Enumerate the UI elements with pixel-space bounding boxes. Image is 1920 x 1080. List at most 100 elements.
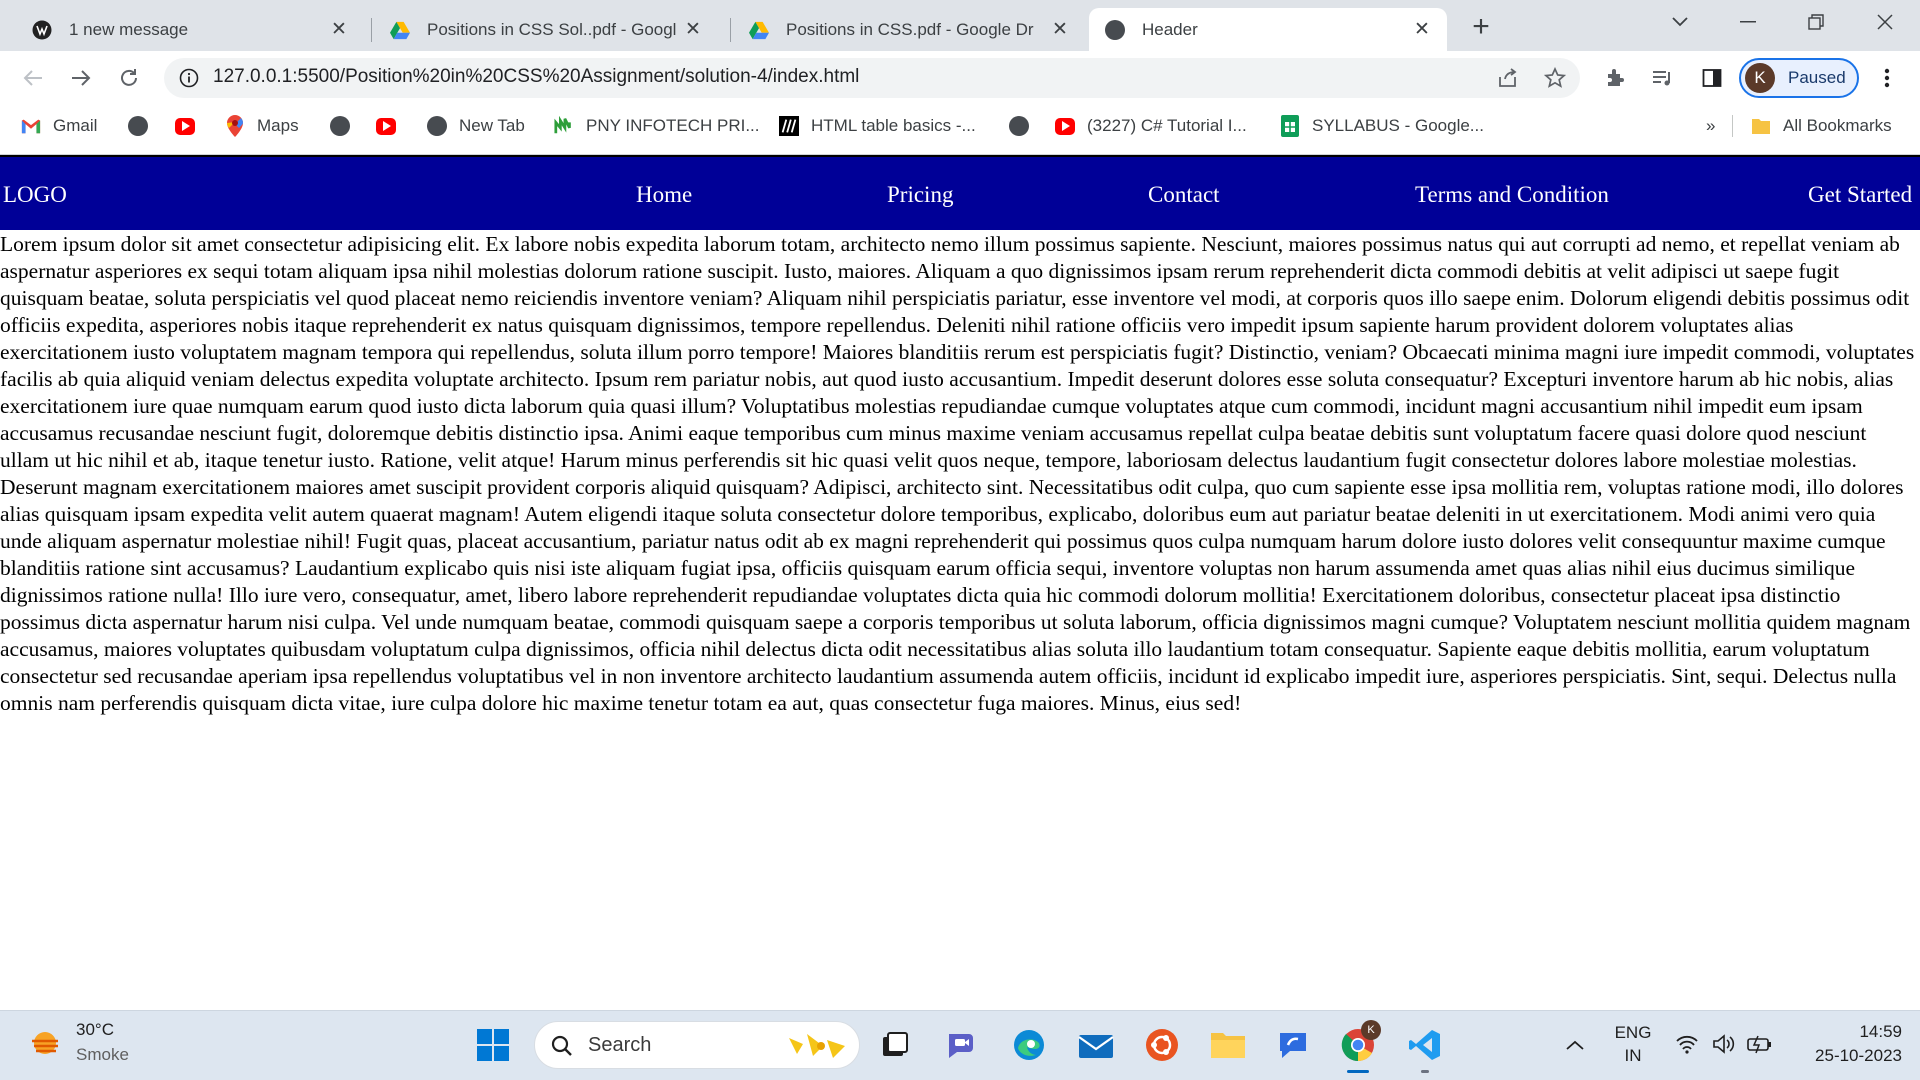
close-icon[interactable]: ✕ <box>682 19 704 41</box>
volume-icon[interactable] <box>1712 1033 1736 1055</box>
tab-title: Header <box>1142 19 1198 39</box>
restore-button[interactable] <box>1788 0 1844 44</box>
weather-temp[interactable]: 30°C <box>76 1020 114 1040</box>
file-explorer-icon[interactable] <box>1209 1026 1247 1064</box>
bookmark-globe[interactable] <box>1009 112 1041 140</box>
bookmark-youtube[interactable] <box>376 112 408 140</box>
google-drive-icon <box>749 20 769 40</box>
battery-icon[interactable] <box>1747 1034 1773 1054</box>
bookmark-globe[interactable] <box>128 112 160 140</box>
forward-button[interactable] <box>63 60 99 96</box>
teams-chat-icon[interactable] <box>943 1026 981 1064</box>
reload-button[interactable] <box>111 60 147 96</box>
bookmark-label: SYLLABUS - Google... <box>1312 116 1484 135</box>
sheets-icon <box>1280 115 1300 137</box>
task-view-icon[interactable] <box>876 1026 914 1064</box>
show-hidden-icons[interactable] <box>1556 1026 1594 1064</box>
bookmark-mdn[interactable]: HTML table basics -... <box>779 112 976 140</box>
youtube-icon <box>376 116 396 136</box>
language-bottom[interactable]: IN <box>1614 1046 1652 1066</box>
extensions-icon[interactable] <box>1597 60 1633 96</box>
url-text[interactable]: 127.0.0.1:5500/Position%20in%20CSS%20Ass… <box>213 66 859 88</box>
folder-icon <box>1751 116 1771 136</box>
vscode-icon[interactable] <box>1406 1026 1444 1073</box>
bookmark-globe[interactable] <box>330 112 362 140</box>
running-indicator <box>1421 1070 1429 1073</box>
mail-icon[interactable] <box>1077 1026 1115 1064</box>
media-controls-icon[interactable] <box>1644 60 1680 96</box>
tab-search-icon[interactable] <box>1652 0 1708 44</box>
bookmarks-overflow-button[interactable]: » <box>1706 112 1715 140</box>
tab-title: Positions in CSS Sol..pdf - Googl <box>427 19 677 39</box>
close-icon[interactable]: ✕ <box>1049 19 1071 41</box>
messenger-app-icon[interactable] <box>1274 1026 1312 1064</box>
minimize-button[interactable] <box>1720 0 1776 44</box>
close-window-button[interactable] <box>1857 0 1913 44</box>
clock-date[interactable]: 25-10-2023 <box>1790 1046 1902 1066</box>
bookmark-star-icon[interactable] <box>1537 60 1573 96</box>
tab-title: 1 new message <box>69 19 189 39</box>
side-panel-icon[interactable] <box>1694 60 1730 96</box>
all-bookmarks-button[interactable]: All Bookmarks <box>1751 112 1892 140</box>
bookmark-gmail[interactable]: Gmail <box>21 112 97 140</box>
bookmark-maps[interactable]: Maps <box>225 112 299 140</box>
maps-icon <box>225 115 245 137</box>
youtube-icon <box>1055 116 1075 136</box>
site-logo[interactable]: LOGO <box>3 182 67 208</box>
bookmark-label: PNY INFOTECH PRI... <box>586 116 760 135</box>
bookmark-label: HTML table basics -... <box>811 116 976 135</box>
pny-icon <box>554 116 574 136</box>
bookmark-youtube[interactable] <box>175 112 207 140</box>
gmail-icon <box>21 116 41 136</box>
tab-2[interactable]: Positions in CSS Sol..pdf - Googl ✕ <box>374 8 718 51</box>
avatar: K <box>1745 63 1775 93</box>
share-icon[interactable] <box>1490 60 1526 96</box>
site-info-icon[interactable] <box>179 68 199 88</box>
bookmarks-divider <box>1732 115 1733 137</box>
globe-icon <box>427 116 447 136</box>
profile-status: Paused <box>1788 68 1846 87</box>
tab-separator <box>371 18 372 42</box>
active-indicator <box>1347 1070 1369 1073</box>
search-icon <box>551 1035 572 1056</box>
clock-time[interactable]: 14:59 <box>1790 1022 1902 1042</box>
weather-icon[interactable] <box>28 1026 64 1062</box>
nav-home[interactable]: Home <box>636 182 692 208</box>
tab-3[interactable]: Positions in CSS.pdf - Google Dr ✕ <box>733 8 1085 51</box>
bookmark-label: Gmail <box>53 116 98 135</box>
edge-icon[interactable] <box>1010 1026 1048 1064</box>
chrome-icon[interactable]: K <box>1339 1020 1381 1073</box>
nav-contact[interactable]: Contact <box>1148 182 1220 208</box>
nav-pricing[interactable]: Pricing <box>887 182 953 208</box>
search-highlight-icon <box>789 1034 845 1058</box>
tab-1[interactable]: 1 new message ✕ <box>16 8 364 51</box>
back-button[interactable] <box>15 60 51 96</box>
more-menu-icon[interactable] <box>1869 60 1905 96</box>
overflow-label: » <box>1706 116 1716 135</box>
youtube-icon <box>175 116 195 136</box>
profile-button[interactable]: K Paused <box>1739 58 1859 98</box>
bookmark-label: Maps <box>257 116 299 135</box>
taskbar-search[interactable]: Search <box>534 1021 860 1069</box>
bookmark-new-tab[interactable]: New Tab <box>427 112 525 140</box>
new-tab-button[interactable]: + <box>1463 10 1499 46</box>
tab-4-active[interactable]: Header ✕ <box>1089 8 1447 51</box>
bookmark-label: (3227) C# Tutorial I... <box>1087 116 1247 135</box>
ubuntu-icon[interactable] <box>1143 1026 1181 1064</box>
site-header: LOGO Home Pricing Contact Terms and Cond… <box>0 155 1920 230</box>
windows-start-icon[interactable] <box>474 1026 512 1064</box>
bookmark-pny[interactable]: PNY INFOTECH PRI... <box>554 112 760 140</box>
language-top[interactable]: ENG <box>1614 1023 1652 1043</box>
google-drive-icon <box>390 20 410 40</box>
bookmark-csharp-tutorial[interactable]: (3227) C# Tutorial I... <box>1055 112 1247 140</box>
close-icon[interactable]: ✕ <box>1411 19 1433 41</box>
bookmark-syllabus[interactable]: SYLLABUS - Google... <box>1280 112 1484 140</box>
close-icon[interactable]: ✕ <box>328 19 350 41</box>
get-started-button[interactable]: Get Started <box>1808 182 1912 208</box>
nav-terms[interactable]: Terms and Condition <box>1415 182 1609 208</box>
weather-condition[interactable]: Smoke <box>76 1045 129 1065</box>
wifi-icon[interactable] <box>1675 1033 1699 1055</box>
all-bookmarks-label: All Bookmarks <box>1783 116 1892 135</box>
bookmark-label: New Tab <box>459 116 525 135</box>
search-placeholder: Search <box>588 1034 652 1056</box>
